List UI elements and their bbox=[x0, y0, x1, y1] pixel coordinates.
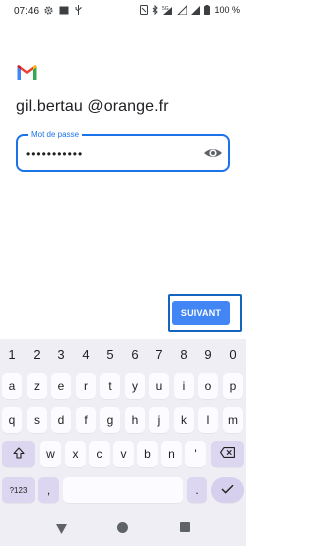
recents-icon[interactable] bbox=[180, 522, 190, 532]
account-email: gil.bertau @orange.fr bbox=[16, 98, 169, 115]
key-m[interactable]: m bbox=[223, 407, 243, 433]
gmail-logo bbox=[16, 64, 38, 81]
gear-icon bbox=[44, 5, 53, 15]
key-s[interactable]: s bbox=[27, 407, 47, 433]
key-3[interactable]: 3 bbox=[51, 341, 71, 367]
password-field[interactable]: Mot de passe ••••••••••• bbox=[16, 129, 230, 172]
key-n[interactable]: n bbox=[161, 441, 182, 467]
usb-icon bbox=[75, 5, 82, 15]
navigation-bar bbox=[0, 509, 246, 546]
key-f[interactable]: f bbox=[76, 407, 96, 433]
key-w[interactable]: w bbox=[40, 441, 61, 467]
key-c[interactable]: c bbox=[89, 441, 110, 467]
key-v[interactable]: v bbox=[113, 441, 134, 467]
wifi-icon bbox=[177, 5, 188, 15]
key-comma[interactable]: , bbox=[38, 477, 59, 503]
key-k[interactable]: k bbox=[174, 407, 194, 433]
key-8[interactable]: 8 bbox=[174, 341, 194, 367]
keyboard: 1 2 3 4 5 6 7 8 9 0 a z e r t y u i o p … bbox=[0, 339, 246, 509]
keyboard-number-row: 1 2 3 4 5 6 7 8 9 0 bbox=[0, 341, 246, 371]
backspace-icon bbox=[220, 447, 235, 461]
key-2[interactable]: 2 bbox=[27, 341, 47, 367]
key-j[interactable]: j bbox=[149, 407, 169, 433]
key-t[interactable]: t bbox=[100, 373, 120, 399]
battery-percent: 100 % bbox=[214, 5, 240, 15]
nfc-icon bbox=[140, 5, 149, 15]
key-h[interactable]: h bbox=[125, 407, 145, 433]
key-q[interactable]: q bbox=[2, 407, 22, 433]
5g-signal-icon: 5G bbox=[162, 5, 173, 15]
symbols-key[interactable]: ?123 bbox=[2, 477, 35, 503]
screen-icon bbox=[59, 6, 69, 15]
key-b[interactable]: b bbox=[137, 441, 158, 467]
keyboard-row-1: a z e r t y u i o p bbox=[0, 373, 246, 403]
key-apostrophe[interactable]: ' bbox=[185, 441, 206, 467]
keyboard-row-2: q s d f g h j k l m bbox=[0, 407, 246, 437]
key-y[interactable]: y bbox=[125, 373, 145, 399]
status-time: 07:46 bbox=[14, 6, 40, 17]
key-g[interactable]: g bbox=[100, 407, 120, 433]
password-label: Mot de passe bbox=[28, 129, 83, 141]
key-6[interactable]: 6 bbox=[125, 341, 145, 367]
bluetooth-icon bbox=[152, 5, 159, 15]
key-l[interactable]: l bbox=[198, 407, 218, 433]
keyboard-row-4: ?123 , . bbox=[0, 477, 246, 507]
next-button[interactable]: SUIVANT bbox=[172, 301, 230, 325]
key-i[interactable]: i bbox=[174, 373, 194, 399]
key-a[interactable]: a bbox=[2, 373, 22, 399]
key-x[interactable]: x bbox=[65, 441, 86, 467]
key-e[interactable]: e bbox=[51, 373, 71, 399]
keyboard-row-3: w x c v b n ' bbox=[0, 441, 246, 471]
status-bar: 07:46 5G 100 % bbox=[0, 0, 246, 24]
battery-icon bbox=[204, 5, 211, 15]
key-z[interactable]: z bbox=[27, 373, 47, 399]
check-icon bbox=[221, 483, 234, 497]
signal-icon bbox=[191, 5, 201, 15]
key-o[interactable]: o bbox=[198, 373, 218, 399]
backspace-key[interactable] bbox=[211, 441, 244, 467]
shift-icon bbox=[12, 446, 25, 462]
enter-key[interactable] bbox=[211, 477, 244, 503]
shift-key[interactable] bbox=[2, 441, 35, 467]
key-4[interactable]: 4 bbox=[76, 341, 96, 367]
key-1[interactable]: 1 bbox=[2, 341, 22, 367]
eye-icon[interactable] bbox=[203, 144, 223, 162]
back-icon[interactable] bbox=[56, 522, 67, 540]
key-d[interactable]: d bbox=[51, 407, 71, 433]
key-p[interactable]: p bbox=[223, 373, 243, 399]
key-9[interactable]: 9 bbox=[198, 341, 218, 367]
key-7[interactable]: 7 bbox=[149, 341, 169, 367]
key-u[interactable]: u bbox=[149, 373, 169, 399]
key-r[interactable]: r bbox=[76, 373, 96, 399]
home-icon[interactable] bbox=[117, 522, 128, 533]
key-5[interactable]: 5 bbox=[100, 341, 120, 367]
spacebar[interactable] bbox=[63, 477, 183, 503]
password-input[interactable]: ••••••••••• bbox=[26, 147, 196, 161]
key-period[interactable]: . bbox=[187, 477, 207, 503]
key-0[interactable]: 0 bbox=[223, 341, 243, 367]
